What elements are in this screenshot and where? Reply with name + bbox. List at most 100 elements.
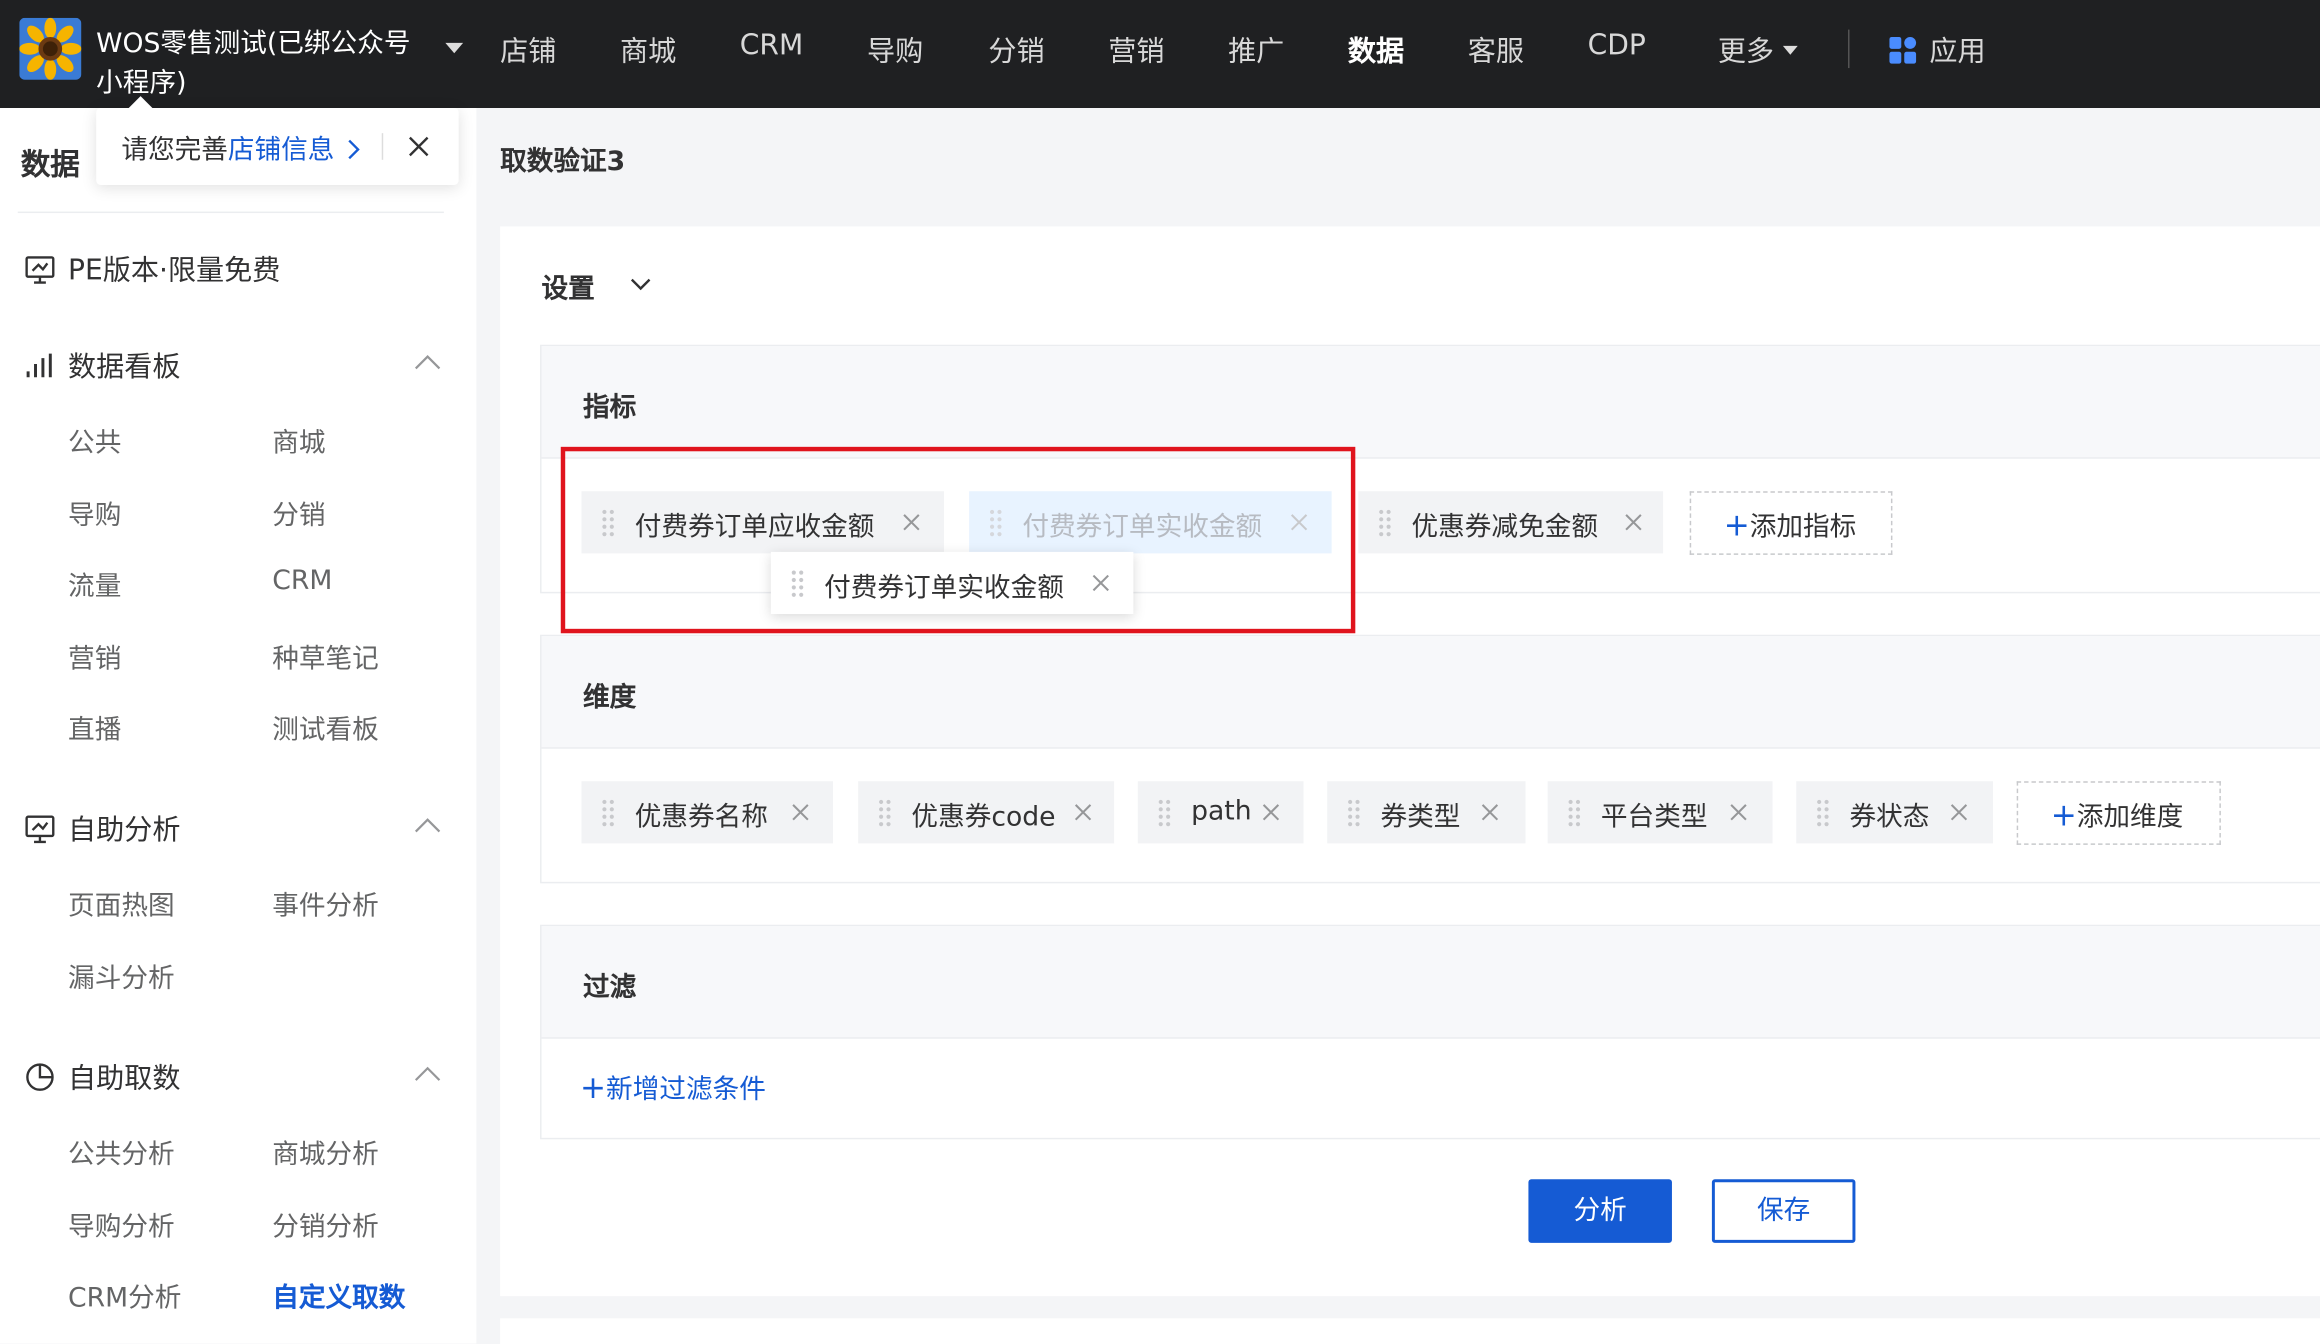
sidebar-group-label: 数据看板	[68, 350, 181, 384]
dimensions-title: 维度	[582, 682, 637, 714]
dimension-tag[interactable]: 优惠券code	[858, 781, 1115, 844]
sidebar-group-dashboard[interactable]: 数据看板	[24, 345, 453, 386]
save-button[interactable]: 保存	[1711, 1179, 1856, 1243]
sidebar-item-public-analysis[interactable]: 公共分析	[68, 1133, 175, 1171]
settings-label: 设置	[541, 273, 595, 305]
close-icon[interactable]	[1262, 803, 1280, 821]
chevron-up-icon	[414, 818, 441, 833]
shop-name: WOS零售测试(已绑公众号小程序)	[96, 28, 411, 100]
settings-toggle[interactable]: 设置	[541, 268, 651, 306]
metrics-title: 指标	[582, 392, 637, 424]
sidebar-item-distribution[interactable]: 分销	[272, 494, 325, 532]
dimension-tag[interactable]: 券类型	[1327, 781, 1526, 844]
analyze-button[interactable]: 分析	[1528, 1179, 1672, 1243]
drag-handle-icon[interactable]	[1567, 798, 1582, 828]
highlight-box	[560, 446, 1356, 634]
store-info-link[interactable]: 店铺信息	[228, 135, 361, 166]
shop-logo	[19, 17, 82, 80]
filter-header: 过滤	[541, 926, 2320, 1039]
nav-apps-label: 应用	[1929, 35, 1986, 69]
close-icon[interactable]	[1730, 803, 1748, 821]
sidebar-item-traffic[interactable]: 流量	[68, 565, 121, 603]
drag-handle-icon[interactable]	[1346, 798, 1361, 828]
close-icon[interactable]	[1481, 803, 1499, 821]
sidebar-item-guide-analysis[interactable]: 导购分析	[68, 1206, 175, 1244]
drag-handle-icon[interactable]	[1378, 508, 1393, 538]
metric-tag-label: 优惠券减免金额	[1411, 511, 1598, 544]
sidebar-group-self-fetch[interactable]: 自助取数	[24, 1056, 453, 1097]
sidebar-item-crm[interactable]: CRM	[272, 565, 332, 596]
nav-more[interactable]: 更多	[1718, 30, 1798, 70]
sidebar: 数据 PE版本·限量免费 数据看板 公共 商城 导购 分销 流量 CRM 营销 …	[0, 108, 477, 1344]
nav-mall[interactable]: 商城	[620, 30, 676, 70]
add-filter-button[interactable]: +新增过滤条件	[580, 1068, 766, 1106]
sidebar-item-live[interactable]: 直播	[68, 709, 121, 747]
sidebar-item-public[interactable]: 公共	[68, 422, 121, 460]
presentation-icon	[25, 256, 55, 284]
results-card	[500, 1318, 2320, 1344]
dimension-tag[interactable]: 优惠券名称	[581, 781, 834, 844]
sidebar-item-mall[interactable]: 商城	[272, 422, 325, 460]
tip-prefix: 请您完善	[121, 134, 228, 166]
plus-icon: +	[2050, 797, 2077, 834]
add-dimension-label: 添加维度	[2076, 801, 2184, 834]
metrics-header: 指标	[541, 346, 2320, 459]
sidebar-group-self-analysis[interactable]: 自助分析	[24, 808, 453, 849]
sidebar-group-label: 自助取数	[68, 1062, 181, 1095]
nav-data[interactable]: 数据	[1348, 30, 1404, 70]
close-icon[interactable]	[404, 132, 434, 162]
sidebar-item-guide[interactable]: 导购	[68, 494, 121, 532]
plus-icon: +	[580, 1069, 607, 1106]
sidebar-item-event-analysis[interactable]: 事件分析	[272, 885, 379, 923]
dimensions-header: 维度	[541, 636, 2320, 749]
plus-icon: +	[1723, 507, 1750, 544]
shop-switcher[interactable]: WOS零售测试(已绑公众号小程序)	[19, 17, 464, 99]
sidebar-item-crm-analysis[interactable]: CRM分析	[68, 1277, 181, 1315]
store-info-tip: 请您完善店铺信息	[96, 96, 459, 185]
drag-handle-icon[interactable]	[877, 798, 892, 828]
nav-apps[interactable]: 应用	[1888, 30, 1986, 70]
sidebar-item-funnel[interactable]: 漏斗分析	[68, 957, 175, 995]
nav-marketing[interactable]: 营销	[1108, 30, 1164, 70]
sidebar-item-mall-analysis[interactable]: 商城分析	[272, 1133, 379, 1171]
chevron-right-icon	[347, 139, 360, 160]
sidebar-item-custom-fetch[interactable]: 自定义取数	[272, 1277, 405, 1315]
dimension-tag[interactable]: 平台类型	[1547, 781, 1773, 844]
nav-divider	[1848, 29, 1850, 69]
sidebar-item-distribution-analysis[interactable]: 分销分析	[272, 1206, 379, 1244]
nav-promotion[interactable]: 推广	[1228, 30, 1284, 70]
nav-distribution[interactable]: 分销	[988, 30, 1044, 70]
add-metric-button[interactable]: +添加指标	[1689, 491, 1893, 555]
nav-guide[interactable]: 导购	[867, 30, 923, 70]
pie-chart-icon	[26, 1063, 54, 1091]
caret-down-icon	[1782, 45, 1798, 55]
drag-handle-icon[interactable]	[1157, 798, 1172, 828]
sidebar-divider	[17, 211, 444, 214]
sidebar-item-heatmap[interactable]: 页面热图	[68, 885, 175, 923]
presentation-icon	[25, 815, 55, 844]
sidebar-item-test-board[interactable]: 测试看板	[272, 709, 379, 747]
sidebar-item-notes[interactable]: 种草笔记	[272, 638, 379, 676]
tip-divider	[381, 133, 384, 160]
close-icon[interactable]	[792, 803, 810, 821]
drag-handle-icon[interactable]	[1815, 798, 1830, 828]
nav-crm[interactable]: CRM	[740, 30, 803, 63]
chevron-up-icon	[414, 355, 441, 370]
dimension-tag[interactable]: 券状态	[1796, 781, 1994, 844]
nav-customer-service[interactable]: 客服	[1468, 30, 1524, 70]
dimension-tag-label: 优惠券code	[911, 801, 1056, 834]
add-metric-label: 添加指标	[1749, 511, 1857, 544]
close-icon[interactable]	[1950, 803, 1968, 821]
nav-cdp[interactable]: CDP	[1588, 30, 1646, 63]
drag-handle-icon[interactable]	[601, 798, 616, 828]
close-icon[interactable]	[1625, 513, 1643, 531]
close-icon[interactable]	[1074, 803, 1092, 821]
sidebar-pe-version[interactable]: PE版本·限量免费	[24, 249, 453, 290]
chevron-down-icon	[445, 42, 464, 54]
nav-store[interactable]: 店铺	[500, 30, 556, 70]
sidebar-item-marketing[interactable]: 营销	[68, 638, 121, 676]
filter-title: 过滤	[582, 972, 637, 1004]
metric-tag[interactable]: 优惠券减免金额	[1358, 491, 1664, 554]
dimension-tag[interactable]: path	[1137, 781, 1304, 844]
add-dimension-button[interactable]: +添加维度	[2016, 781, 2221, 845]
